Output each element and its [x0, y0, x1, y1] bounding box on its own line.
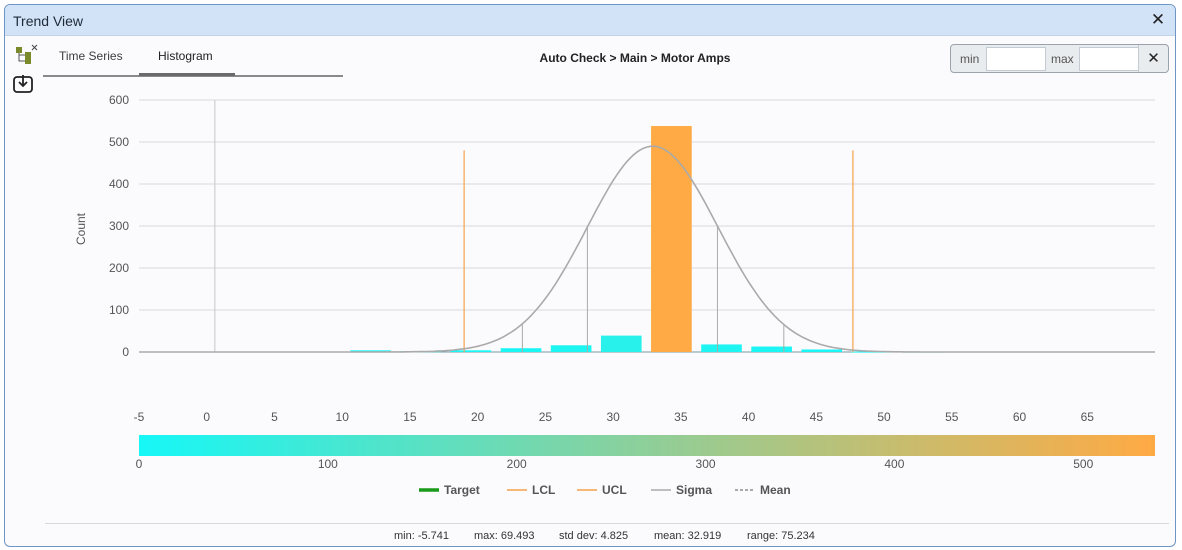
histogram-chart: 0100200300400500600 -5 0 5 10 15 20 25 30 35 40 45…: [74, 93, 1155, 497]
x-tick-label: 20: [471, 410, 485, 424]
y-tick-label: 600: [109, 93, 129, 107]
y-tick-label: 300: [109, 219, 129, 233]
x-tick-label: 65: [1081, 410, 1095, 424]
x-tick-label: -5: [134, 410, 145, 424]
x-tick-label: 15: [403, 410, 417, 424]
legend-item-label[interactable]: UCL: [602, 483, 627, 497]
y-tick-label: 400: [109, 177, 129, 191]
y-tick-label: 500: [109, 135, 129, 149]
histogram-bar[interactable]: [751, 346, 792, 352]
x-tick-label: 10: [336, 410, 350, 424]
colorbar-tick-label: 0: [136, 457, 143, 471]
stat-min: min: -5.741: [394, 530, 450, 542]
x-tick-label: 5: [271, 410, 278, 424]
y-tick-label: 0: [122, 345, 129, 359]
trend-view-window: Trend View ✕ Time Series Histogram Auto …: [4, 4, 1176, 547]
x-tick-label: 35: [674, 410, 688, 424]
x-tick-label: 60: [1013, 410, 1027, 424]
y-axis-label: Count: [74, 212, 88, 245]
stats-bar: min: -5.741 max: 69.493 std dev: 4.825 m…: [45, 523, 1169, 545]
histogram-bar[interactable]: [600, 335, 642, 352]
histogram-bar[interactable]: [550, 345, 592, 352]
x-tick-label: 55: [945, 410, 959, 424]
x-tick-label: 25: [539, 410, 553, 424]
x-tick-label: 30: [606, 410, 620, 424]
stat-range: range: 75.234: [747, 530, 815, 542]
legend-item-label[interactable]: Mean: [760, 483, 791, 497]
legend-item-label[interactable]: LCL: [532, 483, 555, 497]
y-tick-label: 200: [109, 261, 129, 275]
x-tick-label: 45: [810, 410, 824, 424]
colorbar: [139, 435, 1155, 456]
legend-item-label[interactable]: Target: [444, 483, 480, 497]
x-tick-label: 50: [877, 410, 891, 424]
histogram-bar[interactable]: [801, 349, 843, 352]
stat-mean: mean: 32.919: [654, 530, 722, 542]
stat-max: max: 69.493: [474, 530, 535, 542]
colorbar-tick-label: 500: [1073, 457, 1093, 471]
y-tick-label: 100: [109, 303, 129, 317]
histogram-bar[interactable]: [500, 348, 542, 352]
colorbar-tick-label: 300: [696, 457, 716, 471]
histogram-bar[interactable]: [701, 344, 742, 352]
colorbar-tick-label: 400: [884, 457, 904, 471]
legend-item-label[interactable]: Sigma: [676, 483, 712, 497]
sigma-curve: [139, 145, 1155, 353]
colorbar-tick-label: 200: [507, 457, 527, 471]
x-tick-label: 40: [742, 410, 756, 424]
histogram-bar[interactable]: [651, 126, 692, 352]
colorbar-tick-label: 100: [318, 457, 338, 471]
histogram-bar[interactable]: [450, 350, 492, 352]
x-tick-label: 0: [203, 410, 210, 424]
stat-std-dev: std dev: 4.825: [559, 530, 629, 542]
